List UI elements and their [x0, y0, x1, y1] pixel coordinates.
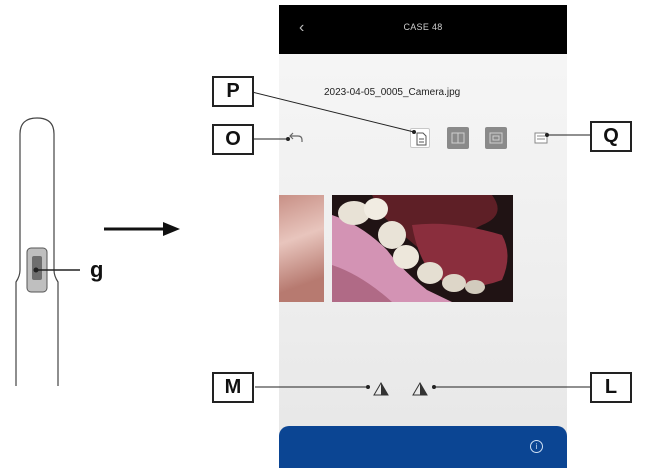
callout-q-label: Q: [590, 121, 632, 152]
arrow-right-icon: [104, 222, 180, 236]
header-bar: ‹ CASE 48: [279, 5, 567, 54]
previous-photo-thumbnail[interactable]: [279, 195, 324, 302]
info-icon[interactable]: i: [530, 440, 543, 453]
image-filename: 2023-04-05_0005_Camera.jpg: [324, 87, 461, 98]
undo-icon[interactable]: [287, 128, 307, 146]
header-title: CASE 48: [403, 22, 443, 32]
file-info-button[interactable]: [410, 128, 430, 148]
callout-o-label: O: [212, 124, 254, 155]
callout-m-label: M: [212, 372, 254, 403]
callout-l-label: L: [590, 372, 632, 403]
rotate-right-icon[interactable]: [409, 379, 431, 397]
split-view-button[interactable]: [485, 127, 507, 149]
split-view-icon: [489, 132, 503, 144]
compare-button[interactable]: [447, 127, 469, 149]
callout-p-label: P: [212, 76, 254, 107]
file-icon: [416, 132, 427, 146]
bottom-action-bar: i: [279, 426, 567, 468]
phone-screen: ‹ CASE 48 2023-04-05_0005_Camera.jpg i: [279, 5, 567, 468]
dental-photo: [332, 195, 513, 302]
callout-g-label: g: [90, 257, 104, 282]
rotate-left-icon[interactable]: [370, 379, 392, 397]
menu-icon[interactable]: [533, 130, 549, 146]
compare-icon: [451, 132, 465, 144]
